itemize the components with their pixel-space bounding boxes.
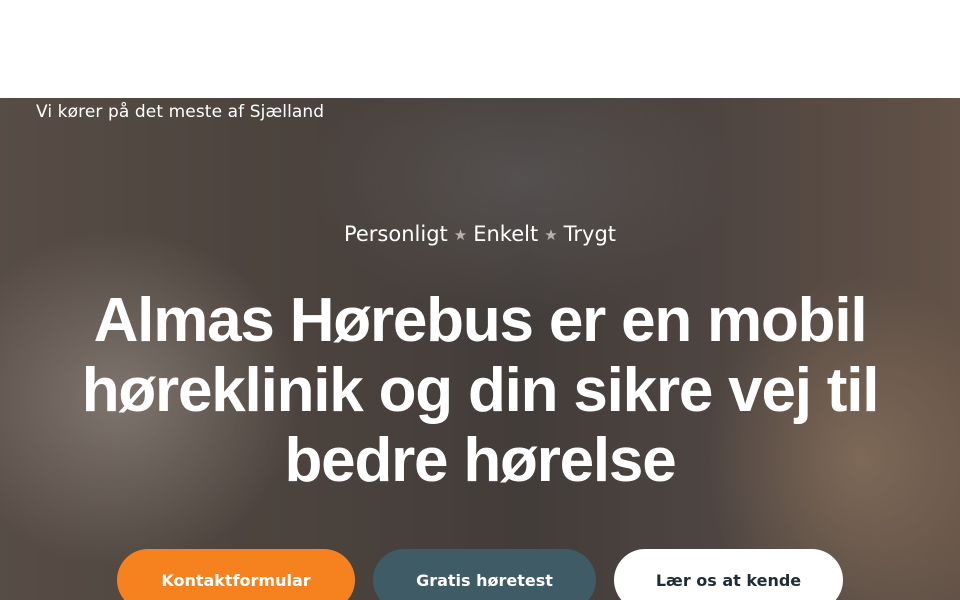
free-hearing-test-button[interactable]: Gratis høretest bbox=[373, 549, 596, 600]
star-icon: ★ bbox=[453, 226, 468, 244]
tagline: Personligt ★ Enkelt ★ Trygt bbox=[0, 222, 960, 246]
site-header bbox=[0, 0, 960, 98]
tagline-item-personligt: Personligt bbox=[343, 222, 448, 246]
region-note: Vi kører på det meste af Sjælland bbox=[36, 102, 325, 122]
star-icon: ★ bbox=[544, 226, 558, 244]
hero-headline: Almas Hørebus er en mobil høreklinik og … bbox=[60, 286, 900, 496]
get-to-know-us-button[interactable]: Lær os at kende bbox=[614, 549, 843, 600]
tagline-item-trygt: Trygt bbox=[563, 222, 617, 246]
headline-line-1: Almas Hørebus er en mobil bbox=[93, 286, 868, 355]
tagline-item-enkelt: Enkelt bbox=[473, 222, 539, 246]
hero-content: Vi kører på det meste af Sjælland Person… bbox=[0, 98, 960, 600]
headline-line-2: høreklinik og din sikre vej til bbox=[81, 356, 880, 425]
contact-form-button[interactable]: Kontaktformular bbox=[117, 549, 355, 600]
hero-section: Vi kører på det meste af Sjælland Person… bbox=[0, 98, 960, 600]
headline-line-3: bedre hørelse bbox=[284, 426, 676, 495]
